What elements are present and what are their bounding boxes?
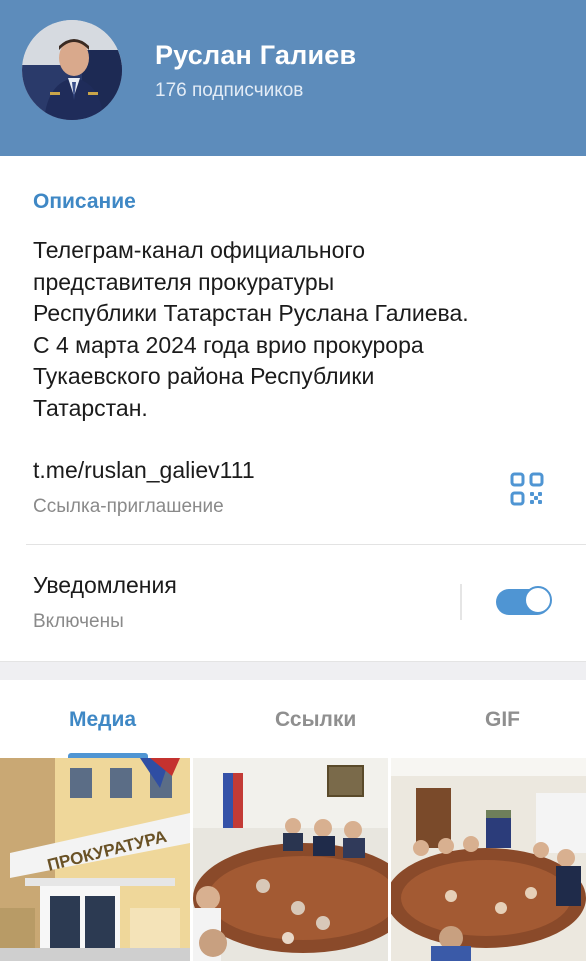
- notifications-toggle[interactable]: [496, 586, 552, 615]
- channel-header: Руслан Галиев 176 подписчиков: [0, 0, 586, 156]
- channel-name: Руслан Галиев: [155, 40, 357, 70]
- tab-gif[interactable]: GIF: [485, 708, 520, 732]
- tab-media[interactable]: Медиа: [69, 708, 136, 732]
- subscriber-count: 176 подписчиков: [155, 80, 304, 101]
- description-text: Телеграм-канал официального представител…: [33, 235, 573, 425]
- description-line: Республики Татарстан Руслана Галиева.: [33, 300, 469, 327]
- description-line: Тукаевского района Республики: [33, 363, 375, 390]
- description-line: представителя прокуратуры: [33, 268, 335, 295]
- channel-avatar[interactable]: [22, 20, 122, 120]
- tab-links[interactable]: Ссылки: [275, 708, 356, 732]
- description-line: Татарстан.: [33, 394, 148, 421]
- notifications-label: Уведомления: [33, 572, 177, 598]
- description-line: С 4 марта 2024 года врио прокурора: [33, 331, 424, 358]
- notifications-status: Включены: [33, 611, 124, 632]
- separator: [460, 584, 462, 620]
- description-line: Телеграм-канал официального: [33, 237, 366, 263]
- media-grid: ПРОКУРАТУРА: [0, 758, 586, 961]
- invite-link-label: Ссылка-приглашение: [33, 496, 224, 517]
- divider: [26, 544, 586, 545]
- media-thumbnail-conference[interactable]: [391, 758, 586, 961]
- section-gap: [0, 661, 586, 681]
- description-title: Описание: [33, 190, 136, 213]
- qr-code-icon[interactable]: [510, 472, 544, 506]
- invite-link[interactable]: t.me/ruslan_galiev111: [33, 457, 255, 484]
- media-thumbnail-building[interactable]: ПРОКУРАТУРА: [0, 758, 190, 961]
- media-thumbnail-meeting[interactable]: [193, 758, 388, 961]
- media-tabs: Медиа Ссылки GIF: [0, 680, 586, 758]
- toggle-knob: [524, 586, 552, 614]
